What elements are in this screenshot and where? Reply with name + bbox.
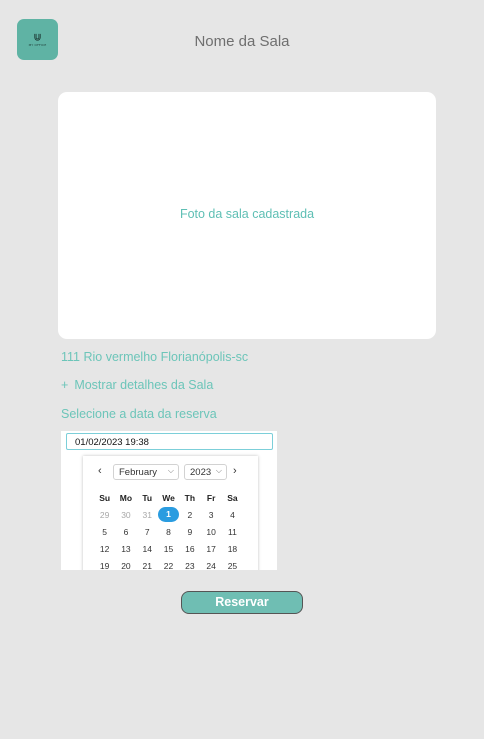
calendar-day-label: 14 [142, 543, 152, 554]
reservation-date-input[interactable]: 01/02/2023 19:38 [66, 433, 273, 450]
calendar-week-row: 29 30 31 1 2 3 4 [83, 506, 258, 523]
weekday-label: Sa [227, 492, 238, 503]
calendar-day-label: 12 [99, 543, 110, 554]
calendar-day[interactable]: 17 [200, 544, 221, 554]
calendar-day[interactable]: 8 [158, 527, 179, 537]
calendar-day-label: 15 [163, 543, 174, 554]
calendar-day-label: 30 [121, 509, 131, 520]
calendar-day[interactable]: 5 [94, 527, 115, 537]
calendar-day[interactable]: 4 [222, 510, 243, 520]
calendar-day-label: 19 [99, 560, 110, 571]
next-month-icon[interactable]: › [233, 465, 237, 477]
calendar-day-label: 17 [206, 543, 216, 554]
weekday-label: Th [184, 492, 196, 503]
calendar-day[interactable]: 31 [137, 510, 158, 520]
calendar-day-label: 10 [206, 526, 216, 537]
date-select-label: Selecione a data da reserva [61, 407, 217, 421]
calendar-day[interactable]: 22 [158, 561, 179, 571]
calendar-header: ‹ February ⌵ 2023 ⌵ › [83, 464, 258, 482]
calendar-day[interactable]: 21 [137, 561, 158, 571]
date-picker: 01/02/2023 19:38 ‹ February ⌵ 2023 ⌵ › S… [61, 431, 277, 570]
calendar-day[interactable]: 18 [222, 544, 243, 554]
calendar-day[interactable]: 15 [158, 544, 179, 554]
calendar-day-label: 18 [227, 543, 238, 554]
calendar-day[interactable]: 24 [200, 561, 221, 571]
calendar-day-label: 9 [187, 526, 193, 537]
calendar-day[interactable]: 11 [222, 527, 243, 537]
calendar-day[interactable]: 2 [179, 510, 200, 520]
chevron-down-icon: ⌵ [215, 466, 222, 475]
calendar-week-row: 12 13 14 15 16 17 18 [83, 540, 258, 557]
weekday-label: Tu [142, 492, 153, 503]
calendar-day-label: 11 [228, 526, 237, 537]
calendar-day[interactable]: 13 [115, 544, 136, 554]
weekday-header-row: Su Mo Tu We Th Fr Sa [83, 489, 258, 506]
calendar-day-label: 3 [208, 509, 214, 520]
month-select[interactable]: February ⌵ [113, 464, 179, 480]
calendar-day-label: 16 [185, 543, 195, 554]
calendar-day[interactable]: 7 [137, 527, 158, 537]
calendar-day[interactable]: 14 [137, 544, 158, 554]
calendar-day-label: 1 [158, 507, 180, 522]
reserve-button[interactable]: Reservar [181, 591, 303, 614]
chevron-down-icon: ⌵ [167, 466, 174, 475]
calendar-day-label: 22 [163, 560, 174, 571]
calendar-week-row: 5 6 7 8 9 10 11 [83, 523, 258, 540]
calendar-day-label: 5 [102, 526, 108, 537]
calendar-day[interactable]: 25 [222, 561, 243, 571]
show-room-details-label: Mostrar detalhes da Sala [74, 378, 214, 392]
calendar-week-row: 19 20 21 22 23 24 25 [83, 557, 258, 571]
calendar-day-label: 2 [187, 509, 193, 520]
show-room-details-link[interactable]: + Mostrar detalhes da Sala [61, 378, 213, 392]
calendar-day[interactable]: 16 [179, 544, 200, 554]
calendar-day[interactable]: 6 [115, 527, 136, 537]
month-select-value: February [119, 467, 158, 478]
calendar-day-label: 6 [123, 526, 129, 537]
page-title: Nome da Sala [194, 33, 290, 50]
year-select-value: 2023 [190, 467, 212, 478]
calendar-day-label: 24 [206, 560, 216, 571]
room-photo-placeholder: Foto da sala cadastrada [58, 92, 436, 339]
calendar-day-label: 21 [142, 560, 152, 571]
calendar-day[interactable]: 20 [115, 561, 136, 571]
room-photo-caption: Foto da sala cadastrada [179, 207, 315, 221]
weekday-label: Mo [119, 492, 133, 503]
prev-month-icon[interactable]: ‹ [98, 465, 102, 477]
weekday-label: Fr [206, 492, 216, 503]
weekday-label: We [162, 492, 175, 503]
calendar-day-label: 31 [142, 509, 152, 520]
calendar-day[interactable]: 9 [179, 527, 200, 537]
calendar-day[interactable]: 29 [94, 510, 115, 520]
calendar-day-label: 7 [144, 526, 150, 537]
calendar-day[interactable]: 23 [179, 561, 200, 571]
calendar-day-label: 4 [230, 509, 235, 520]
calendar-day[interactable]: 19 [94, 561, 115, 571]
calendar-day-selected[interactable]: 1 [158, 507, 180, 522]
plus-icon: + [61, 378, 69, 392]
calendar-day-label: 25 [227, 560, 238, 571]
calendar-day-label: 20 [121, 560, 131, 571]
calendar-day-label: 29 [99, 509, 110, 520]
weekday-label: Su [99, 492, 111, 503]
calendar-day[interactable]: 10 [200, 527, 221, 537]
calendar-day-label: 13 [121, 543, 131, 554]
calendar-day[interactable]: 3 [200, 510, 221, 520]
calendar-day-label: 23 [185, 560, 195, 571]
calendar-day-label: 8 [166, 526, 171, 537]
room-address: 111 Rio vermelho Florianópolis-sc [61, 350, 249, 364]
calendar-grid: Su Mo Tu We Th Fr Sa 29 30 31 1 2 3 4 5 6 7 8 9 10 11 12 13 14 1… [83, 489, 258, 571]
calendar-day[interactable]: 12 [94, 544, 115, 554]
calendar-day[interactable]: 30 [115, 510, 136, 520]
year-select[interactable]: 2023 ⌵ [184, 464, 227, 480]
calendar-popup: ‹ February ⌵ 2023 ⌵ › Su Mo Tu We Th Fr Sa 29 30… [83, 456, 258, 570]
